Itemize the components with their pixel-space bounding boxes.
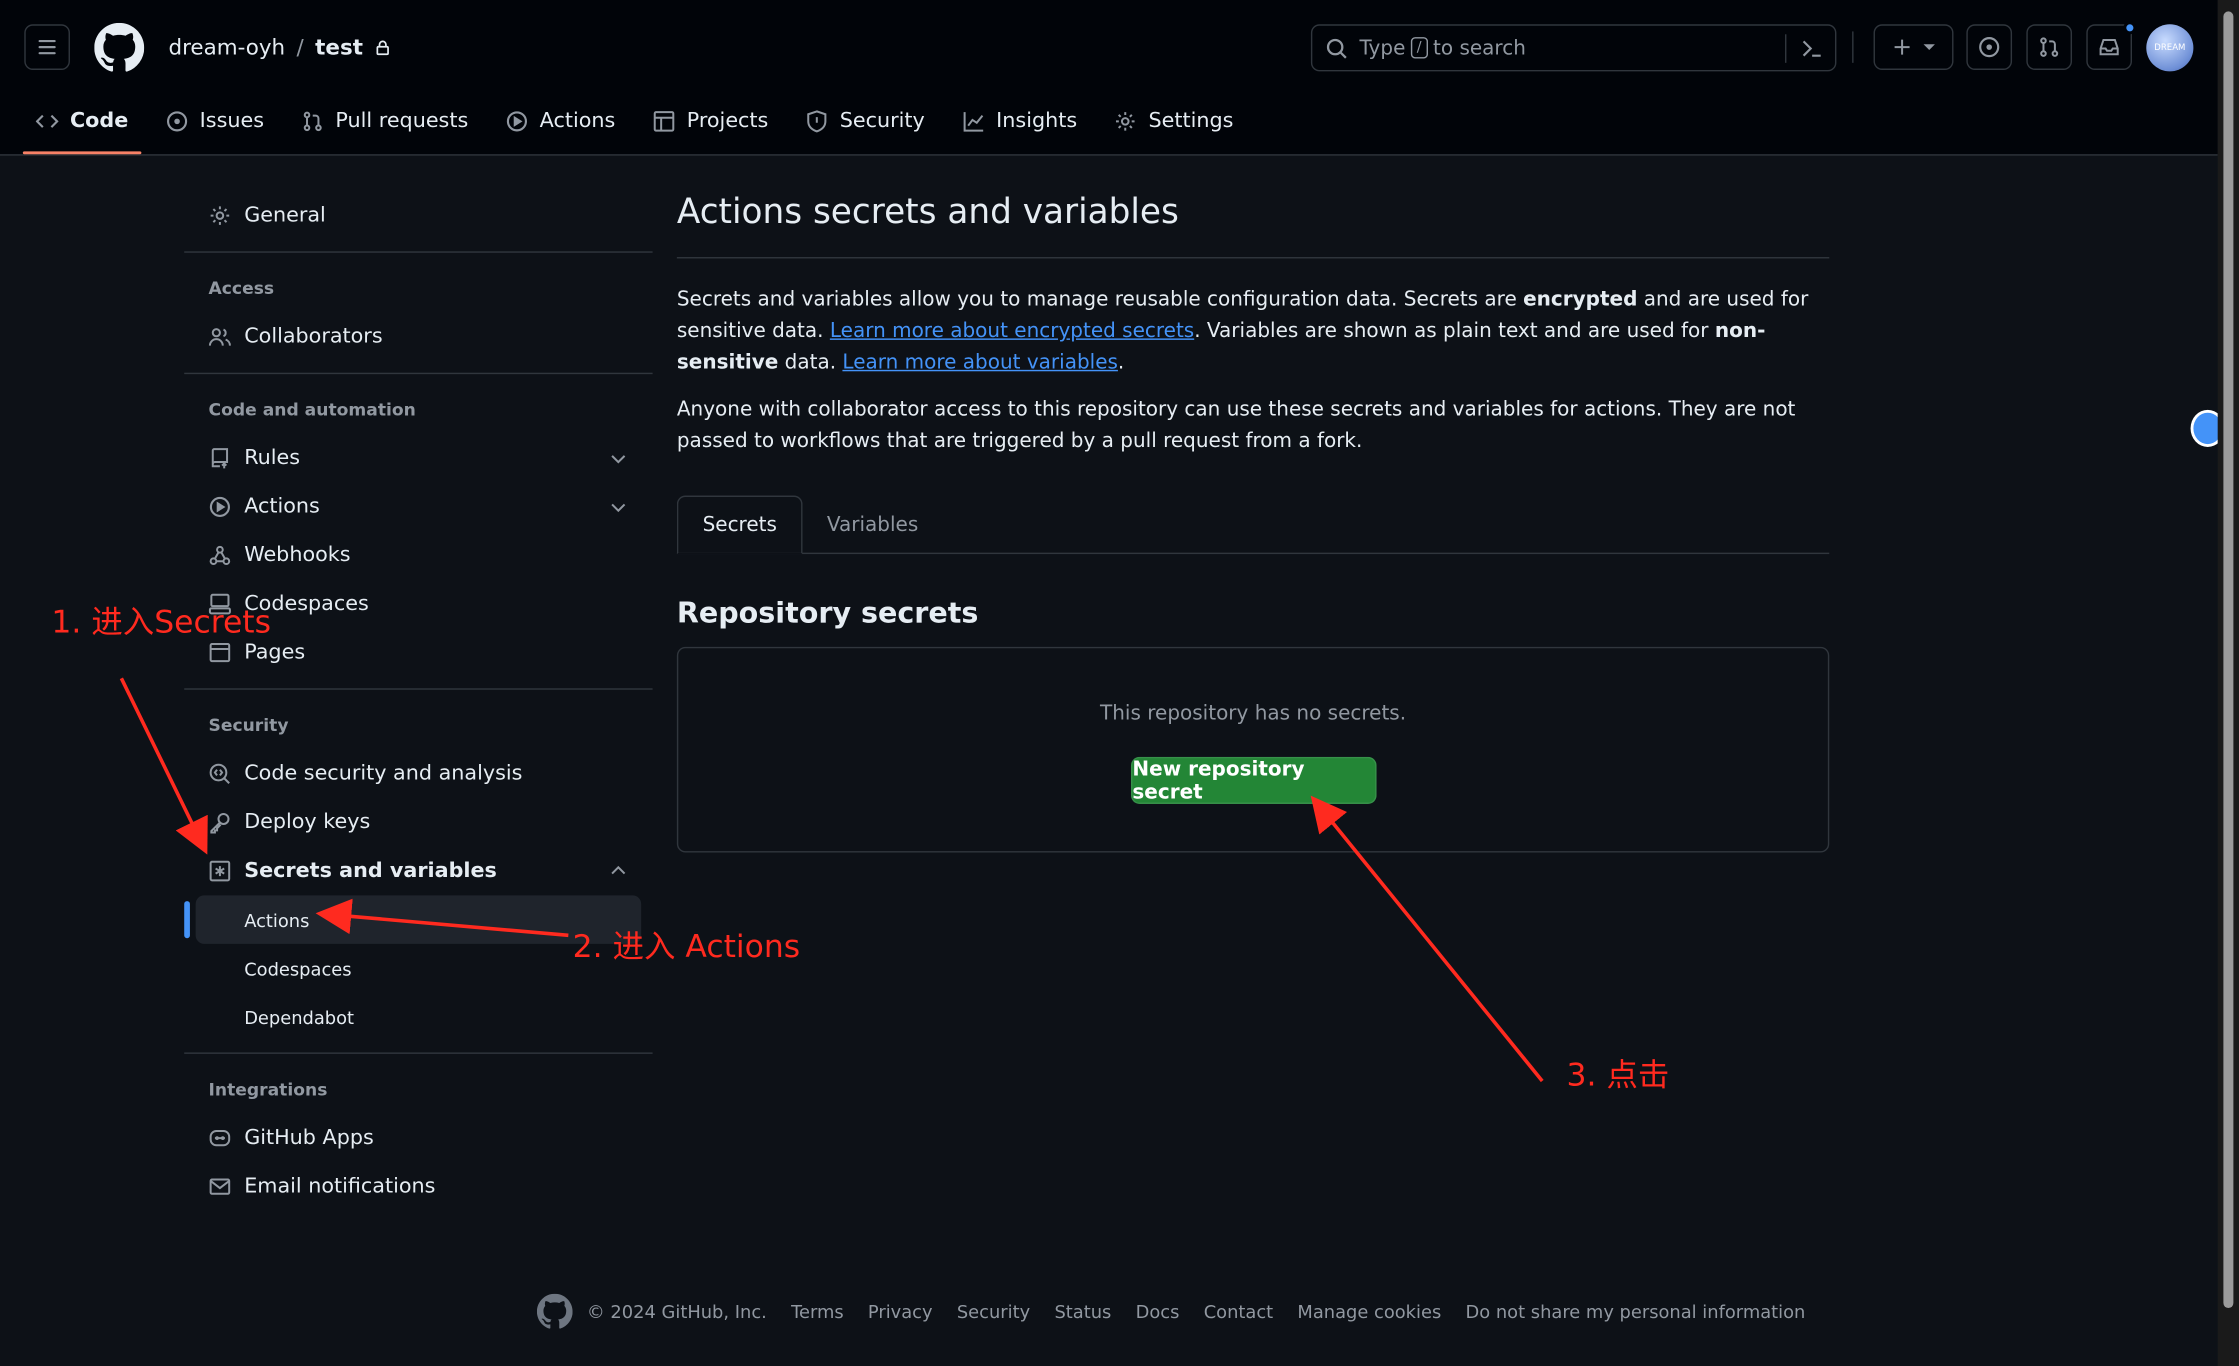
window-scrollbar[interactable] [2217, 0, 2239, 1366]
annotation-arrows [119, 677, 1544, 1083]
annotation-step-1: 1. 进入Secrets [51, 605, 271, 642]
annotation-step-3: 3. 点击 [1566, 1058, 1670, 1094]
github-settings-window: dream-oyh / test Type / to search DREAM … [0, 0, 2239, 1366]
annotation-arrow-2 [315, 898, 569, 938]
annotation-step-2: 2. 进入 Actions [572, 929, 801, 966]
annotation-arrow-3 [1310, 795, 1544, 1083]
scrollbar-thumb[interactable] [2223, 11, 2234, 1309]
annotation-arrow-1 [119, 677, 208, 855]
